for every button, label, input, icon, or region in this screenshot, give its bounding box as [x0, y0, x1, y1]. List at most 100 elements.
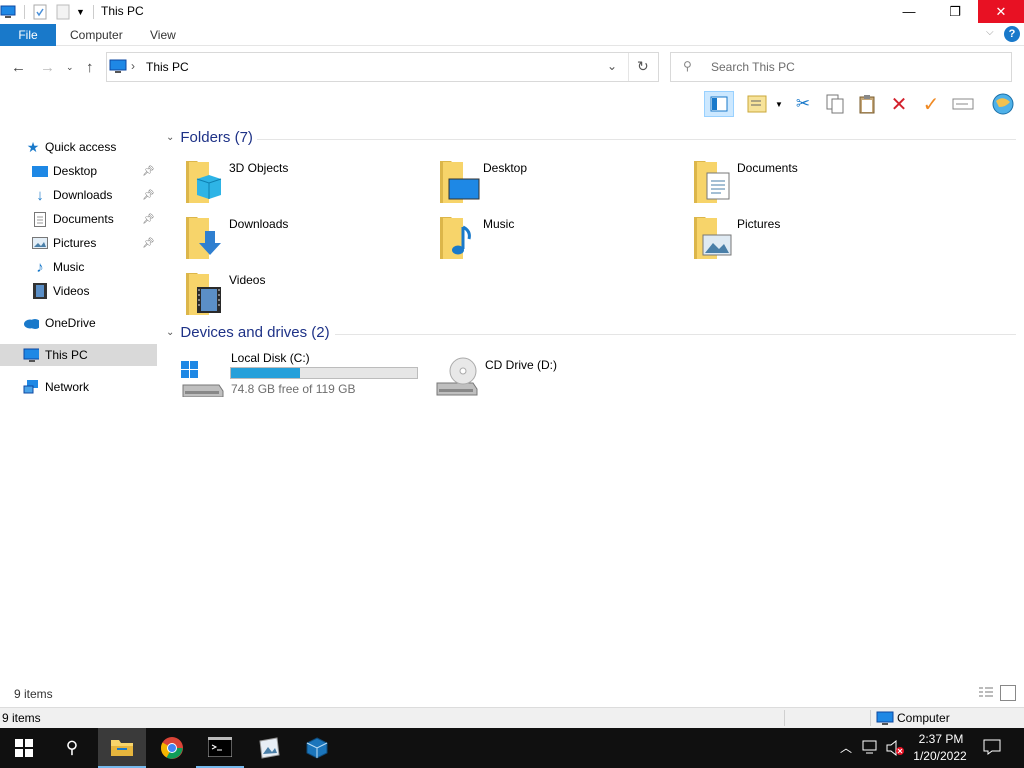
properties-check-icon[interactable]: ✓ — [918, 91, 944, 117]
title-bar: ▼ This PC — ❐ ✕ — [0, 0, 1024, 24]
nav-item-music[interactable]: ♪ Music — [0, 256, 157, 278]
layout-icon[interactable] — [744, 91, 770, 117]
drive-usage-fill — [231, 368, 300, 378]
address-dropdown-chevron-icon[interactable]: ⌄ — [607, 59, 617, 73]
group-divider — [335, 334, 1016, 335]
nav-quick-access[interactable]: ★ Quick access — [0, 136, 157, 158]
file-explorer-taskbar-icon[interactable] — [98, 728, 146, 768]
file-explorer-window: ▼ This PC — ❐ ✕ File Computer View ⌵ ? ←… — [0, 0, 1024, 768]
search-icon[interactable]: ⚲ — [48, 728, 96, 768]
virtualbox-taskbar-icon[interactable] — [293, 728, 341, 768]
folder-videos[interactable]: Videos — [183, 269, 423, 317]
pin-icon[interactable]: 📌︎ — [142, 190, 155, 201]
refresh-icon[interactable]: ↻ — [637, 58, 649, 75]
navigation-pane-icon[interactable] — [704, 91, 734, 117]
music-note-icon: ♪ — [36, 258, 44, 276]
copy-icon[interactable] — [822, 91, 848, 117]
collapse-chevron-icon[interactable]: ⌄ — [166, 327, 174, 338]
nav-network[interactable]: Network — [0, 376, 157, 398]
folder-documents[interactable]: Documents — [691, 157, 931, 205]
ribbon-tabs: File Computer View ⌵ ? — [0, 24, 1024, 46]
drives-group-header[interactable]: ⌄ Devices and drives (2) — [166, 324, 330, 341]
drive-free-space: 74.8 GB free of 119 GB — [231, 382, 356, 396]
network-tray-icon[interactable] — [862, 740, 880, 759]
window-title: This PC — [101, 4, 144, 18]
star-icon: ★ — [26, 138, 40, 155]
chrome-taskbar-icon[interactable] — [148, 728, 196, 768]
folder-name: Documents — [737, 161, 798, 175]
cloud-icon — [23, 315, 39, 331]
folder-music[interactable]: Music — [437, 213, 677, 261]
drive-usage-bar — [230, 367, 418, 379]
recent-locations-chevron-icon[interactable]: ⌄ — [66, 62, 74, 73]
pin-icon[interactable]: 📌︎ — [142, 238, 155, 249]
nav-quick-access-label: Quick access — [45, 140, 117, 154]
cd-drive-icon — [436, 357, 478, 396]
desktop-folder-icon — [440, 161, 480, 203]
nav-item-videos[interactable]: Videos — [0, 280, 157, 302]
clock-date[interactable]: 1/20/2022 — [907, 749, 973, 763]
nav-item-desktop[interactable]: Desktop 📌︎ — [0, 160, 157, 182]
back-arrow-icon[interactable]: ← — [11, 59, 26, 76]
forward-arrow-icon[interactable]: → — [40, 59, 55, 76]
drive-local-disk-c[interactable]: Local Disk (C:) 74.8 GB free of 119 GB — [179, 349, 445, 401]
nav-onedrive[interactable]: OneDrive — [0, 312, 157, 334]
folders-group-title: Folders (7) — [180, 129, 253, 146]
cut-icon[interactable]: ✂ — [790, 91, 816, 117]
computer-icon — [876, 711, 894, 728]
customize-qa-chevron-icon[interactable]: ▼ — [76, 3, 85, 21]
breadcrumb-this-pc[interactable]: This PC — [146, 60, 189, 74]
nav-this-pc[interactable]: This PC — [0, 344, 157, 366]
bottom-status-bar: 9 items Computer — [0, 707, 1024, 728]
delete-icon[interactable]: ✕ — [886, 91, 912, 117]
tab-computer[interactable]: Computer — [70, 28, 123, 42]
folder-pictures[interactable]: Pictures — [691, 213, 931, 261]
search-box[interactable]: ⚲ Search This PC — [670, 52, 1012, 82]
globe-icon[interactable] — [990, 91, 1016, 117]
pin-icon[interactable]: 📌︎ — [142, 214, 155, 225]
image-viewer-taskbar-icon[interactable] — [245, 728, 293, 768]
folders-group-header[interactable]: ⌄ Folders (7) — [166, 129, 253, 146]
nav-item-downloads[interactable]: ↓ Downloads 📌︎ — [0, 184, 157, 206]
show-hidden-icons-chevron-icon[interactable]: ︿ — [840, 739, 852, 756]
close-button[interactable]: ✕ — [978, 0, 1024, 23]
drive-name: CD Drive (D:) — [485, 358, 557, 372]
rename-icon[interactable] — [950, 91, 976, 117]
clock-time[interactable]: 2:37 PM — [911, 732, 971, 746]
layout-dropdown-chevron-icon[interactable]: ▼ — [772, 91, 786, 117]
command-prompt-taskbar-icon[interactable] — [196, 728, 244, 768]
drive-cd-drive-d[interactable]: CD Drive (D:) — [433, 349, 633, 401]
tab-file[interactable]: File — [0, 24, 56, 46]
volume-muted-icon[interactable] — [886, 739, 904, 759]
address-bar[interactable]: › This PC ⌄ ↻ — [106, 52, 659, 82]
minimize-button[interactable]: — — [886, 0, 932, 23]
this-pc-icon — [109, 59, 127, 76]
picture-icon — [32, 235, 48, 251]
app-icon[interactable] — [0, 3, 16, 21]
collapse-chevron-icon[interactable]: ⌄ — [166, 132, 174, 143]
paste-icon[interactable] — [854, 91, 880, 117]
up-arrow-icon[interactable]: ↑ — [86, 59, 94, 76]
large-icons-view-icon[interactable] — [1000, 685, 1016, 701]
breadcrumb-chevron-icon[interactable]: › — [131, 59, 135, 73]
drive-name: Local Disk (C:) — [231, 351, 310, 365]
desktop-icon — [32, 163, 48, 179]
folder-desktop[interactable]: Desktop — [437, 157, 677, 205]
windows-drive-icon — [181, 361, 224, 397]
nav-item-documents[interactable]: Documents 📌︎ — [0, 208, 157, 230]
nav-network-label: Network — [45, 380, 90, 394]
start-button[interactable] — [0, 728, 48, 768]
search-placeholder[interactable]: Search This PC — [711, 60, 795, 74]
notifications-icon[interactable] — [983, 739, 1001, 758]
details-view-icon[interactable] — [978, 686, 994, 703]
pin-icon[interactable]: 📌︎ — [142, 166, 155, 177]
expand-ribbon-chevron-icon[interactable]: ⌵ — [986, 27, 994, 38]
help-icon[interactable]: ? — [1004, 26, 1020, 42]
folder-3d-objects[interactable]: 3D Objects — [183, 157, 423, 205]
nav-item-pictures[interactable]: Pictures 📌︎ — [0, 232, 157, 254]
new-folder-icon[interactable] — [56, 3, 70, 21]
maximize-button[interactable]: ❐ — [932, 0, 978, 23]
folder-downloads[interactable]: Downloads — [183, 213, 423, 261]
properties-icon[interactable] — [33, 3, 47, 21]
tab-view[interactable]: View — [150, 28, 176, 42]
